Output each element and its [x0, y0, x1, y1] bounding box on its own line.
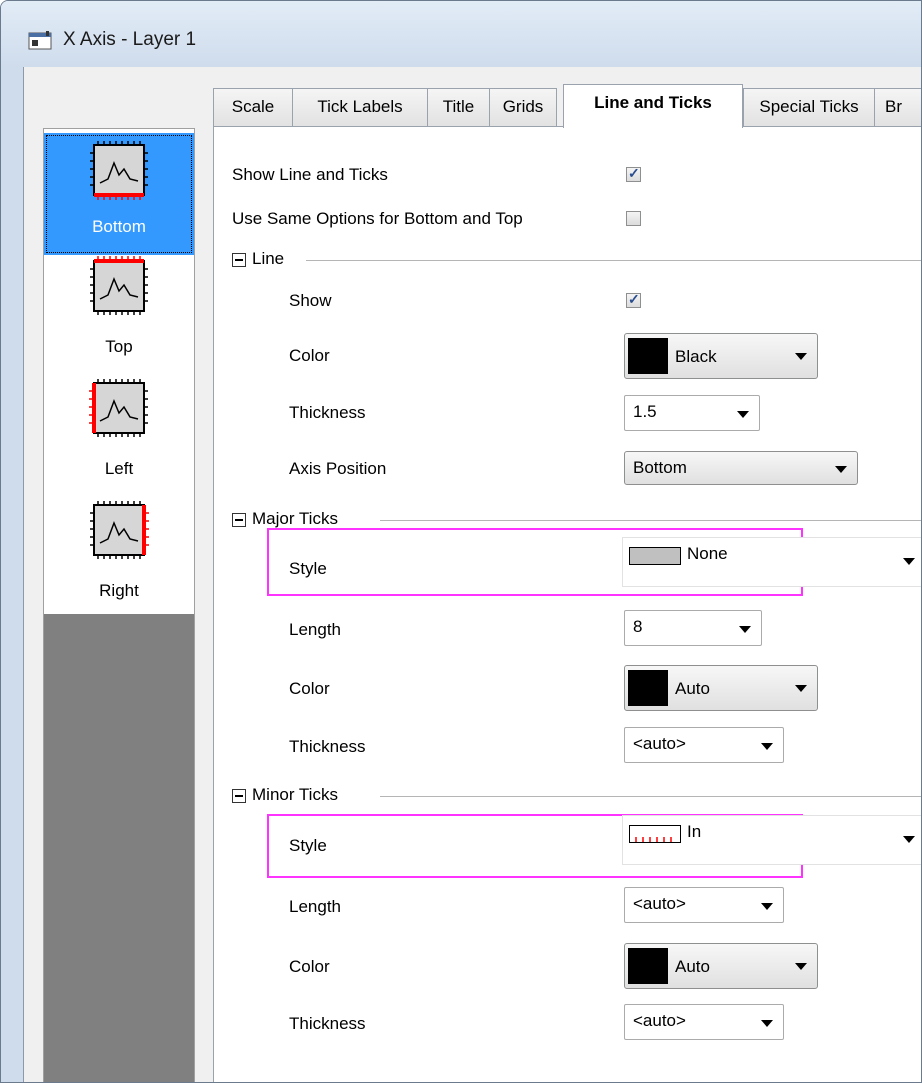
group-divider	[380, 796, 921, 797]
line-color-value: Black	[675, 347, 717, 366]
chevron-down-icon	[903, 836, 915, 843]
chevron-down-icon	[795, 353, 807, 360]
minor-ticks-group-title: Minor Ticks	[252, 785, 338, 804]
minor-length-value: <auto>	[633, 894, 686, 913]
tab-overflow[interactable]: Br	[874, 88, 921, 126]
show-line-and-ticks-checkbox[interactable]	[626, 165, 641, 182]
line-color-dropdown[interactable]: Black	[624, 333, 818, 379]
group-divider	[380, 520, 921, 521]
major-length-dropdown[interactable]: 8	[624, 610, 762, 646]
window-title: X Axis - Layer 1	[63, 29, 197, 50]
minor-color-label: Color	[289, 957, 330, 976]
minor-style-label: Style	[289, 836, 327, 855]
axis-position-dropdown[interactable]: Bottom	[624, 451, 858, 485]
line-color-label: Color	[289, 346, 330, 365]
app-window-icon	[28, 31, 52, 50]
line-group-collapse-icon[interactable]	[232, 253, 246, 267]
line-thickness-label: Thickness	[289, 403, 366, 422]
top-axis-icon	[90, 256, 148, 315]
title-bar[interactable]: X Axis - Layer 1	[1, 1, 921, 67]
minor-color-dropdown[interactable]: Auto	[624, 943, 818, 989]
axis-position-label: Axis Position	[289, 459, 387, 478]
tab-scale[interactable]: Scale	[213, 88, 293, 126]
axis-item-label: Right	[99, 581, 139, 600]
major-length-label: Length	[289, 620, 341, 639]
chevron-down-icon	[795, 685, 807, 692]
tab-line-and-ticks[interactable]: Line and Ticks	[563, 84, 743, 128]
major-length-value: 8	[633, 617, 643, 636]
left-axis-icon	[89, 379, 148, 437]
axis-item-label: Top	[105, 337, 133, 356]
major-color-dropdown[interactable]: Auto	[624, 665, 818, 711]
axis-item-label: Left	[104, 459, 134, 478]
minor-length-dropdown[interactable]: <auto>	[624, 887, 784, 923]
tab-title[interactable]: Title	[427, 88, 490, 126]
same-options-checkbox[interactable]	[626, 211, 641, 226]
in-ticks-swatch-icon	[629, 825, 681, 843]
major-color-value: Auto	[675, 679, 710, 698]
minor-color-value: Auto	[675, 957, 710, 976]
minor-thickness-label: Thickness	[289, 1014, 366, 1033]
minor-style-dropdown[interactable]: In	[622, 815, 921, 865]
line-thickness-value: 1.5	[633, 402, 657, 421]
axis-item-top[interactable]: Top	[44, 255, 194, 377]
minor-style-value: In	[687, 822, 702, 841]
no-ticks-swatch-icon	[629, 547, 681, 565]
chevron-down-icon	[903, 558, 915, 565]
line-show-checkbox[interactable]	[626, 291, 641, 308]
color-swatch	[628, 670, 668, 706]
chevron-down-icon	[761, 743, 773, 750]
major-thickness-dropdown[interactable]: <auto>	[624, 727, 784, 763]
line-and-ticks-panel: Show Line and Ticks Use Same Options for…	[213, 126, 921, 1082]
major-style-dropdown[interactable]: None	[622, 537, 921, 587]
tab-strip: Scale Tick Labels Title Grids Line and T…	[213, 84, 921, 128]
group-divider	[306, 260, 921, 261]
x-axis-dialog: X Axis - Layer 1 Bottom Top Left Right S…	[0, 0, 922, 1083]
axis-selector-list[interactable]: Bottom Top Left Right	[43, 128, 195, 1082]
line-thickness-dropdown[interactable]: 1.5	[624, 395, 760, 431]
tab-tick-labels[interactable]: Tick Labels	[292, 88, 428, 126]
color-swatch	[628, 948, 668, 984]
chevron-down-icon	[761, 1020, 773, 1027]
color-swatch	[628, 338, 668, 374]
axis-item-label: Bottom	[92, 217, 146, 236]
bottom-axis-icon	[90, 141, 148, 200]
line-show-label: Show	[289, 291, 332, 310]
major-style-label: Style	[289, 559, 327, 578]
chevron-down-icon	[795, 963, 807, 970]
minor-length-label: Length	[289, 897, 341, 916]
axis-item-bottom[interactable]: Bottom	[44, 133, 194, 255]
minor-thickness-dropdown[interactable]: <auto>	[624, 1004, 784, 1040]
axis-position-value: Bottom	[633, 458, 687, 477]
major-ticks-group-title: Major Ticks	[252, 509, 338, 528]
axis-list-items: Bottom Top Left Right	[44, 129, 194, 614]
tab-grids[interactable]: Grids	[489, 88, 557, 126]
chevron-down-icon	[835, 466, 847, 473]
window-frame	[1, 67, 23, 1082]
minor-ticks-collapse-icon[interactable]	[232, 789, 246, 803]
frame-divider	[23, 67, 24, 1082]
chevron-down-icon	[761, 903, 773, 910]
line-group-title: Line	[252, 249, 285, 268]
minor-thickness-value: <auto>	[633, 1011, 686, 1030]
tab-special-ticks[interactable]: Special Ticks	[743, 88, 875, 126]
axis-item-left[interactable]: Left	[44, 377, 194, 499]
same-options-label: Use Same Options for Bottom and Top	[232, 209, 523, 228]
major-color-label: Color	[289, 679, 330, 698]
axis-item-right[interactable]: Right	[44, 499, 194, 621]
chevron-down-icon	[739, 626, 751, 633]
major-ticks-collapse-icon[interactable]	[232, 513, 246, 527]
major-thickness-value: <auto>	[633, 734, 686, 753]
chevron-down-icon	[737, 411, 749, 418]
right-axis-icon	[90, 501, 149, 559]
major-style-value: None	[687, 544, 728, 563]
major-thickness-label: Thickness	[289, 737, 366, 756]
show-line-and-ticks-label: Show Line and Ticks	[232, 165, 388, 184]
